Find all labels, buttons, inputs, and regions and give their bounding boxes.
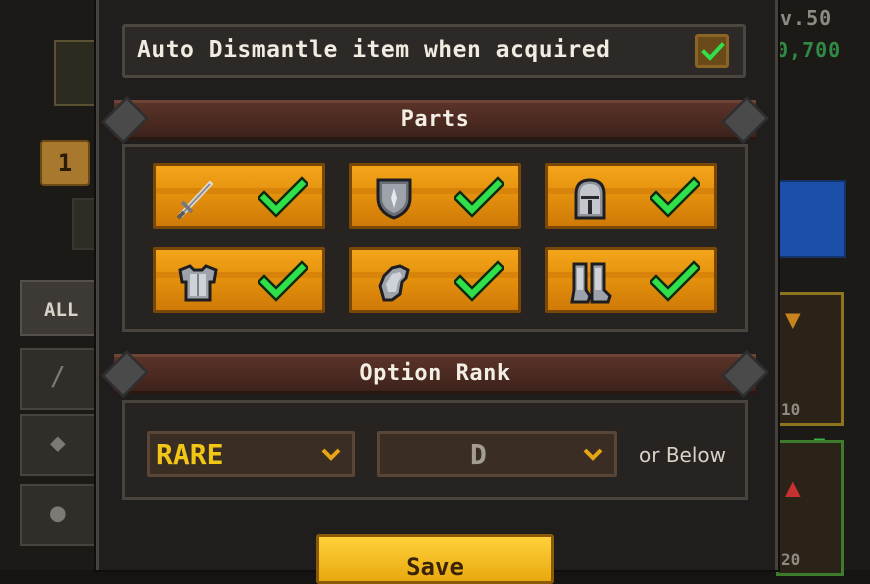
checkmark-icon [454, 176, 504, 218]
sword-icon: / [50, 362, 66, 392]
helmet-icon: ● [50, 498, 66, 528]
background-tab-shield: ◆ [20, 414, 100, 476]
or-below-label: or Below [639, 443, 726, 467]
mask-icon: ▼ [785, 305, 801, 335]
background-item-card: ▼ 10 [776, 292, 844, 426]
background-tab-sword: / [20, 348, 100, 410]
background-card-count: 20 [781, 550, 801, 569]
parts-title: Parts [400, 107, 470, 132]
part-toggle-armor[interactable] [153, 247, 325, 313]
parts-header: Parts [101, 96, 769, 144]
part-toggle-gloves[interactable] [349, 247, 521, 313]
background-filter-all: ALL [20, 280, 96, 336]
save-button-label: Save [406, 553, 464, 581]
grade-dropdown-value: RARE [156, 438, 224, 471]
background-tab-helmet: ● [20, 484, 100, 546]
save-button[interactable]: Save [316, 534, 554, 584]
part-toggle-boots[interactable] [545, 247, 717, 313]
background-level-text: v.50 [780, 6, 833, 30]
part-toggle-shield[interactable] [349, 163, 521, 229]
checkmark-icon [258, 260, 308, 302]
chevron-down-icon [321, 448, 341, 461]
shield-icon: ◆ [50, 428, 66, 458]
background-character-slot [54, 40, 98, 106]
sword-icon [176, 180, 214, 220]
checkmark-icon [650, 176, 700, 218]
auto-dismantle-checkbox[interactable] [695, 34, 729, 68]
parts-panel [122, 144, 748, 332]
shield-icon [376, 178, 412, 220]
background-blue-button [776, 180, 846, 258]
chevron-down-icon [583, 448, 603, 461]
checkmark-icon [258, 176, 308, 218]
option-rank-title: Option Rank [359, 361, 511, 386]
background-count-badge: 1 [40, 140, 90, 186]
part-toggle-helmet[interactable] [545, 163, 717, 229]
auto-dismantle-label: Auto Dismantle item when acquired [137, 37, 611, 63]
auto-dismantle-row: Auto Dismantle item when acquired [122, 24, 746, 78]
helmet-icon [574, 178, 606, 220]
armor-icon [178, 264, 218, 302]
rank-dropdown-value: D [470, 438, 487, 471]
armor-icon: ▲ [785, 473, 801, 503]
background-slot [72, 198, 98, 250]
option-rank-panel: RARE D or Below [122, 400, 748, 500]
background-gold-text: 0,700 [776, 38, 842, 62]
background-item-card: ▲ 20 [776, 440, 844, 576]
option-rank-header: Option Rank [101, 350, 769, 398]
background-card-count: 10 [781, 400, 801, 419]
checkmark-icon [454, 260, 504, 302]
checkmark-icon [701, 42, 725, 61]
rank-dropdown[interactable]: D [377, 431, 617, 477]
boots-icon [570, 262, 612, 304]
grade-dropdown[interactable]: RARE [147, 431, 355, 477]
part-toggle-weapon[interactable] [153, 163, 325, 229]
checkmark-icon [650, 260, 700, 302]
gauntlet-icon [378, 264, 410, 302]
